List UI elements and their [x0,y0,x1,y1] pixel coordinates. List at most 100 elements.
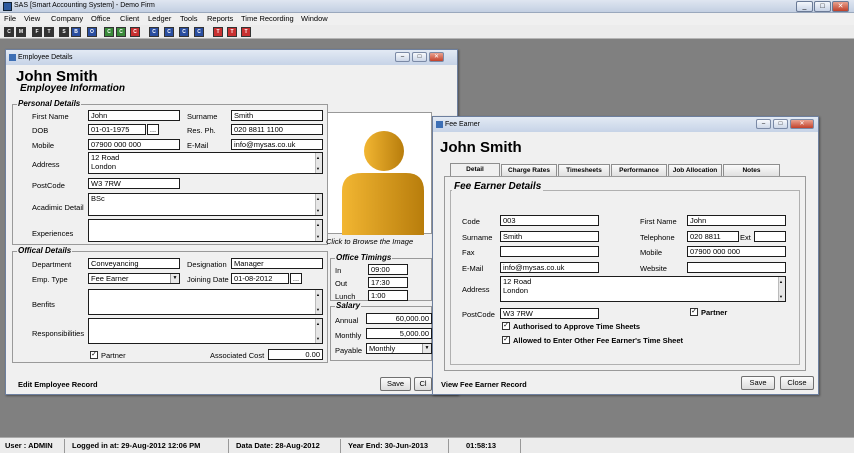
app-maximize-button[interactable]: □ [814,1,831,12]
chevron-down-icon[interactable]: ▼ [170,274,179,283]
toolbar-button[interactable]: C [179,27,189,37]
menu-file[interactable]: File [4,14,16,23]
toolbar-button[interactable]: T [44,27,54,37]
joining-date-picker-button[interactable]: ... [290,273,302,284]
fax-field[interactable] [500,246,599,257]
mobile-field[interactable]: 07900 000 000 [88,139,180,150]
menu-window[interactable]: Window [301,14,328,23]
toolbar-button[interactable]: C [104,27,114,37]
toolbar-button[interactable]: T [213,27,223,37]
fee-partner-checkbox[interactable]: ✓ [690,308,698,316]
fee-save-button[interactable]: Save [741,376,775,390]
close-icon[interactable]: ✕ [790,119,814,129]
annual-salary-field[interactable]: 60,000.00 [366,313,432,324]
menu-reports[interactable]: Reports [207,14,233,23]
toolbar-button[interactable]: C [194,27,204,37]
postcode-field[interactable]: W3 7RW [88,178,180,189]
monthly-salary-field[interactable]: 5,000.00 [366,328,432,339]
maximize-button[interactable]: □ [412,52,427,62]
payable-label: Payable [335,346,363,355]
in-label: In [335,266,342,275]
payable-select[interactable]: Monthly ▼ [366,343,432,354]
app-close-button[interactable]: ✕ [832,1,849,12]
in-time-field[interactable]: 09:00 [368,264,408,275]
toolbar-button[interactable]: C [149,27,159,37]
employee-photo[interactable] [327,112,432,235]
address-field[interactable]: 12 Road London [88,152,323,174]
close-icon[interactable]: ✕ [429,52,444,62]
authorised-checkbox[interactable]: ✓ [502,322,510,330]
experiences-field[interactable] [88,219,323,242]
fee-close-button[interactable]: Close [780,376,814,390]
toolbar-button[interactable]: C [164,27,174,37]
scrollbar[interactable] [315,153,322,173]
code-field[interactable]: 003 [500,215,599,226]
partner-checkbox[interactable]: ✓ [90,351,98,359]
toolbar-button[interactable]: C [130,27,140,37]
fee-email-field[interactable]: info@mysas.co.uk [500,262,599,273]
email-field[interactable]: info@mysas.co.uk [231,139,323,150]
minimize-button[interactable]: – [395,52,410,62]
toolbar-button[interactable]: T [241,27,251,37]
associated-cost-label: Associated Cost [210,351,265,360]
menu-time-recording[interactable]: Time Recording [241,14,294,23]
tab-detail[interactable]: Detail [450,163,500,177]
scrollbar[interactable] [315,319,322,343]
toolbar-button[interactable]: M [16,27,26,37]
maximize-button[interactable]: □ [773,119,788,129]
fee-first-name-field[interactable]: John [687,215,786,226]
lunch-time-field[interactable]: 1:00 [368,290,408,301]
dob-picker-button[interactable]: ... [147,124,159,135]
menu-ledger[interactable]: Ledger [148,14,171,23]
menu-tools[interactable]: Tools [180,14,198,23]
employee-close-button[interactable]: Cl [414,377,432,391]
photo-caption[interactable]: Click to Browse the Image [326,237,413,246]
tab-notes[interactable]: Notes [723,164,780,176]
toolbar-button[interactable]: S [59,27,69,37]
minimize-button[interactable]: – [756,119,771,129]
toolbar-button[interactable]: B [71,27,81,37]
emp-type-select[interactable]: Fee Earner ▼ [88,273,180,284]
toolbar-button[interactable]: F [32,27,42,37]
toolbar-button[interactable]: C [4,27,14,37]
website-label: Website [640,264,667,273]
dob-field[interactable]: 01-01-1975 [88,124,146,135]
telephone-field[interactable]: 020 8811 1100 [687,231,739,242]
menu-view[interactable]: View [24,14,40,23]
surname-field[interactable]: Smith [231,110,323,121]
first-name-field[interactable]: John [88,110,180,121]
tab-performance[interactable]: Performance [611,164,667,176]
joining-date-field[interactable]: 01-08-2012 [231,273,289,284]
employee-save-button[interactable]: Save [380,377,411,391]
allowed-checkbox[interactable]: ✓ [502,336,510,344]
tab-charge-rates[interactable]: Charge Rates [501,164,557,176]
ext-field[interactable] [754,231,786,242]
associated-cost-field[interactable]: 0.00 [268,349,323,360]
chevron-down-icon[interactable]: ▼ [422,344,431,353]
website-field[interactable] [687,262,786,273]
toolbar-button[interactable]: O [87,27,97,37]
scrollbar[interactable] [778,277,785,301]
toolbar-button[interactable]: C [116,27,126,37]
scrollbar[interactable] [315,194,322,215]
menu-company[interactable]: Company [51,14,83,23]
fee-surname-field[interactable]: Smith [500,231,599,242]
out-time-field[interactable]: 17:30 [368,277,408,288]
scrollbar[interactable] [315,290,322,314]
fee-mobile-field[interactable]: 07900 000 000 [687,246,786,257]
fee-postcode-field[interactable]: W3 7RW [500,308,599,319]
benefits-field[interactable] [88,289,323,315]
designation-field[interactable]: Manager [231,258,323,269]
toolbar-button[interactable]: T [227,27,237,37]
responsibilities-field[interactable] [88,318,323,344]
menu-office[interactable]: Office [91,14,110,23]
department-field[interactable]: Conveyancing [88,258,180,269]
tab-timesheets[interactable]: Timesheets [558,164,610,176]
tab-job-allocation[interactable]: Job Allocation [668,164,722,176]
scrollbar[interactable] [315,220,322,241]
menu-client[interactable]: Client [120,14,139,23]
res-phone-field[interactable]: 020 8811 1100 [231,124,323,135]
app-minimize-button[interactable]: _ [796,1,813,12]
academic-field[interactable]: BSc [88,193,323,216]
fee-address-field[interactable]: 12 Road London [500,276,786,302]
